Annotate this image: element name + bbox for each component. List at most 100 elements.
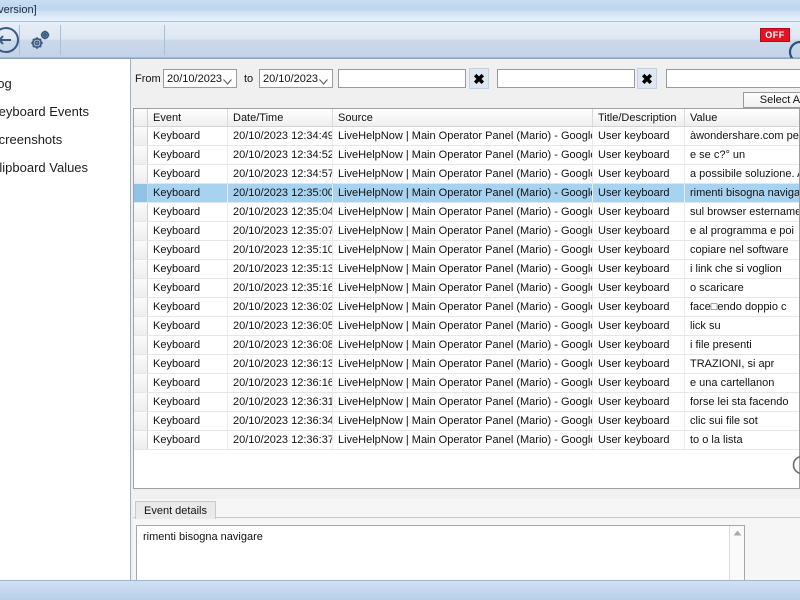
cell-title-description: User keyboard	[593, 222, 685, 240]
row-marker[interactable]	[134, 146, 148, 164]
table-row[interactable]: Keyboard 20/10/2023 12:35:00 LiveHelpNow |…	[134, 184, 799, 203]
column-header-title-description[interactable]: Title/Description	[593, 109, 685, 126]
table-row[interactable]: Keyboard 20/10/2023 12:34:52 LiveHelpNow |…	[134, 146, 799, 165]
cell-value: rimenti bisogna navigare	[690, 187, 800, 199]
table-row[interactable]: Keyboard 20/10/2023 12:36:02 LiveHelpNow |…	[134, 298, 799, 317]
table-row[interactable]: Keyboard 20/10/2023 12:36:34 LiveHelpNow |…	[134, 412, 799, 431]
cell-event: Keyboard	[148, 336, 228, 354]
column-header-source[interactable]: Source	[333, 109, 593, 126]
filter-text-field-1[interactable]	[338, 69, 466, 88]
application-window: [ version]	[0, 0, 800, 600]
row-marker[interactable]	[134, 374, 148, 392]
events-table[interactable]: Event Date/Time Source Title/Description…	[133, 108, 800, 489]
event-details-text: rimenti bisogna navigare	[143, 531, 263, 543]
table-row[interactable]: Keyboard 20/10/2023 12:35:04 LiveHelpNow |…	[134, 203, 799, 222]
cell-title-description: User keyboard	[593, 298, 685, 316]
sidebar-item-label: Log	[0, 75, 12, 91]
table-row[interactable]: Keyboard 20/10/2023 12:36:08 LiveHelpNow |…	[134, 336, 799, 355]
table-row[interactable]: Keyboard 20/10/2023 12:36:13 LiveHelpNow |…	[134, 355, 799, 374]
cell-title-description: User keyboard	[593, 317, 685, 335]
sidebar-item-keyboard-events[interactable]: Keyboard Events	[0, 101, 130, 121]
cell-value: TRAZIONI, si apr	[690, 358, 775, 370]
row-marker[interactable]	[134, 127, 148, 145]
table-row[interactable]: Keyboard 20/10/2023 12:34:49 LiveHelpNow |…	[134, 127, 799, 146]
cell-value: e se c?° un	[690, 149, 746, 161]
row-marker[interactable]	[134, 203, 148, 221]
cell-title-description: User keyboard	[593, 374, 685, 392]
cell-event: Keyboard	[148, 165, 228, 183]
to-date-combo[interactable]: 20/10/2023	[259, 69, 333, 88]
cell-datetime: 20/10/2023 12:35:07	[228, 222, 333, 240]
cell-source: LiveHelpNow | Main Operator Panel (Mario…	[333, 393, 593, 411]
cell-event: Keyboard	[148, 355, 228, 373]
row-marker[interactable]	[134, 260, 148, 278]
details-scrollbar[interactable]	[729, 526, 744, 580]
cell-datetime: 20/10/2023 12:36:02	[228, 298, 333, 316]
main-content: From 20/10/2023 to 20/10/2023 ✖ ✖ Select…	[131, 58, 800, 580]
status-badge[interactable]: OFF	[760, 28, 790, 42]
column-header-event[interactable]: Event	[148, 109, 228, 126]
select-all-button[interactable]: Select All	[743, 92, 800, 108]
table-row[interactable]: Keyboard 20/10/2023 12:35:16 LiveHelpNow |…	[134, 279, 799, 298]
row-marker[interactable]	[134, 412, 148, 430]
row-marker[interactable]	[134, 279, 148, 297]
row-marker[interactable]	[134, 184, 148, 202]
cell-source: LiveHelpNow | Main Operator Panel (Mario…	[333, 431, 593, 449]
secondary-power-circle-icon[interactable]	[792, 455, 800, 478]
cell-event: Keyboard	[148, 260, 228, 278]
row-marker[interactable]	[134, 393, 148, 411]
cell-title-description: User keyboard	[593, 184, 685, 202]
row-marker[interactable]	[134, 317, 148, 335]
sidebar-item-screenshots[interactable]: Screenshots	[0, 129, 130, 149]
filter-text-field-3[interactable]	[666, 69, 800, 88]
clear-filter-1-button[interactable]: ✖	[469, 68, 489, 89]
filter-text-field-2[interactable]	[497, 69, 635, 88]
column-header-datetime[interactable]: Date/Time	[228, 109, 333, 126]
row-marker[interactable]	[134, 298, 148, 316]
cell-title-description: User keyboard	[593, 146, 685, 164]
row-marker[interactable]	[134, 165, 148, 183]
settings-button[interactable]	[22, 25, 58, 55]
column-header-value[interactable]: Value	[685, 109, 799, 126]
filter-bar: From 20/10/2023 to 20/10/2023 ✖ ✖ Select…	[131, 59, 800, 108]
cell-source: LiveHelpNow | Main Operator Panel (Mario…	[333, 298, 593, 316]
sidebar-item-clipboard-values[interactable]: Clipboard Values	[0, 157, 130, 177]
sidebar-footer	[0, 562, 131, 580]
triangle-up-icon[interactable]	[730, 526, 744, 540]
table-row[interactable]: Keyboard 20/10/2023 12:34:57 LiveHelpNow |…	[134, 165, 799, 184]
table-row[interactable]: Keyboard 20/10/2023 12:36:37 LiveHelpNow |…	[134, 431, 799, 450]
row-marker[interactable]	[134, 355, 148, 373]
cell-source: LiveHelpNow | Main Operator Panel (Mario…	[333, 184, 593, 202]
table-row[interactable]: Keyboard 20/10/2023 12:35:13 LiveHelpNow |…	[134, 260, 799, 279]
cell-datetime: 20/10/2023 12:36:34	[228, 412, 333, 430]
table-row[interactable]: Keyboard 20/10/2023 12:35:10 LiveHelpNow |…	[134, 241, 799, 260]
cell-source: LiveHelpNow | Main Operator Panel (Mario…	[333, 222, 593, 240]
table-row[interactable]: Keyboard 20/10/2023 12:36:31 LiveHelpNow |…	[134, 393, 799, 412]
cell-datetime: 20/10/2023 12:35:10	[228, 241, 333, 259]
sidebar-item-log[interactable]: Log	[0, 73, 130, 93]
status-strip	[0, 580, 800, 600]
cell-event: Keyboard	[148, 374, 228, 392]
events-table-body: Keyboard 20/10/2023 12:34:49 LiveHelpNow |…	[134, 127, 799, 450]
to-date-value: 20/10/2023	[263, 72, 319, 85]
row-marker-header	[134, 109, 148, 126]
cell-source: LiveHelpNow | Main Operator Panel (Mario…	[333, 127, 593, 145]
row-marker[interactable]	[134, 431, 148, 449]
row-marker[interactable]	[134, 222, 148, 240]
tab-event-details[interactable]: Event details	[135, 501, 216, 519]
cell-title-description: User keyboard	[593, 336, 685, 354]
window-title: [ version]	[0, 4, 37, 16]
table-row[interactable]: Keyboard 20/10/2023 12:36:16 LiveHelpNow |…	[134, 374, 799, 393]
cell-value: face□endo doppio c	[690, 301, 787, 313]
table-row[interactable]: Keyboard 20/10/2023 12:36:05 LiveHelpNow |…	[134, 317, 799, 336]
row-marker[interactable]	[134, 241, 148, 259]
event-details-textarea[interactable]: rimenti bisogna navigare	[136, 525, 745, 580]
cell-source: LiveHelpNow | Main Operator Panel (Mario…	[333, 336, 593, 354]
table-row[interactable]: Keyboard 20/10/2023 12:35:07 LiveHelpNow |…	[134, 222, 799, 241]
cell-source: LiveHelpNow | Main Operator Panel (Mario…	[333, 374, 593, 392]
back-circle-icon	[0, 25, 21, 55]
from-date-combo[interactable]: 20/10/2023	[163, 69, 237, 88]
row-marker[interactable]	[134, 336, 148, 354]
clear-filter-2-button[interactable]: ✖	[637, 68, 657, 89]
gears-icon	[26, 26, 54, 54]
